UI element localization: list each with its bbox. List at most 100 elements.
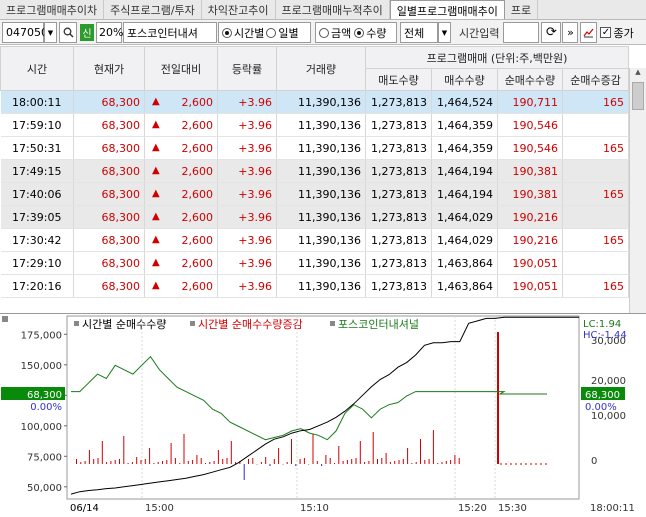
delta-bar [497,332,499,464]
stock-code-value: 047050 [6,26,48,39]
plot-area [66,315,580,500]
cell-sell-qty: 1,273,813 [365,205,432,229]
header-price[interactable]: 현재가 [73,46,145,91]
left-tick-label: 150,000 [21,361,62,372]
time-input[interactable] [503,22,540,43]
market-select[interactable]: 전체 [400,22,438,43]
cell-change: ▲ 2,600 [144,90,218,114]
cell-change: ▲ 2,600 [144,159,218,183]
delta-bar [260,462,262,464]
scroll-thumb[interactable] [632,82,644,110]
cell-volume: 11,390,136 [276,90,366,114]
cell-net-buy: 190,216 [497,228,563,252]
cell-net-buy: 190,381 [497,159,563,183]
cell-buy-qty: 1,464,359 [431,113,498,137]
scroll-up-icon[interactable]: ▲ [630,68,646,76]
cell-buy-qty: 1,464,194 [431,182,498,206]
header-change[interactable]: 전일대비 [144,46,218,91]
price-label-right: 68,300 [585,390,620,401]
radio-time[interactable] [222,27,232,38]
tab-2[interactable]: 차익잔고추이 [202,0,276,19]
left-axis: 175,000150,000125,000100,00075,00050,000… [1,330,67,494]
delta-bar [368,461,370,464]
header-time[interactable]: 시간 [0,46,74,91]
cell-net-buy: 190,546 [497,136,563,160]
price-pct-left: 0.00% [30,402,62,413]
delta-bar [93,459,95,464]
delta-bar [179,463,181,464]
chart-menu-icon[interactable] [2,316,8,322]
market-dropdown-button[interactable]: ▼ [438,22,451,43]
table-row[interactable]: 17:59:10 68,300 ▲ 2,600 +3.96 11,390,136 1,273… [0,113,630,137]
cell-change-value: 2,600 [181,164,214,178]
radio-day[interactable] [266,27,277,38]
cell-time: 17:39:05 [0,205,74,229]
cell-net-buy: 190,381 [497,182,563,206]
table-row[interactable]: 18:00:11 68,300 ▲ 2,600 +3.96 11,390,136 1,273… [0,90,630,114]
delta-bar [445,461,447,464]
x-tick-label: 15:00 [145,503,174,514]
chevron-down-icon: ▼ [47,28,54,37]
cell-rate: +3.96 [217,159,277,183]
delta-bar [256,464,258,465]
cell-rate: +3.96 [217,251,277,275]
cell-time: 17:50:31 [0,136,74,160]
cell-net-change: 165 [562,274,630,298]
delta-bar [364,462,366,464]
refresh-icon: ⟳ [546,25,557,40]
cell-net-buy: 190,711 [497,90,563,114]
refresh-button[interactable]: ⟳ [541,22,562,43]
header-rate[interactable]: 등락률 [217,46,277,91]
code-dropdown-button[interactable]: ▼ [44,22,57,43]
chart-toggle-button[interactable] [580,22,598,43]
delta-bar [420,439,421,464]
tab-0[interactable]: 프로그램매매추이차 [0,0,105,19]
cell-price: 68,300 [73,228,145,252]
search-button[interactable] [59,22,77,43]
delta-bar [144,459,146,464]
delta-bar [110,461,112,464]
cell-rate: +3.96 [217,205,277,229]
delta-bar [407,448,409,464]
delta-bar [282,464,284,465]
toolbar: 047050 ▼ 신 20% 포스코인터내셔 시간별 일별 금액 수량 전체 ▼… [0,20,646,45]
header-sell-qty[interactable]: 매도수량 [365,68,432,91]
table-row[interactable]: 17:49:15 68,300 ▲ 2,600 +3.96 11,390,136 1,273… [0,159,630,183]
vertical-scrollbar[interactable]: ▲ [629,68,646,313]
cell-change-value: 2,600 [181,118,214,132]
cell-buy-qty: 1,464,194 [431,159,498,183]
cell-price: 68,300 [73,113,145,137]
delta-bar [450,460,452,464]
delta-bar [187,461,189,464]
table-row[interactable]: 17:29:10 68,300 ▲ 2,600 +3.96 11,390,136 1,273… [0,251,630,275]
close-price-checkbox[interactable]: ✓ [600,27,612,38]
header-volume[interactable]: 거래량 [276,46,366,91]
close-price-label: 종가 [613,26,634,40]
next-button[interactable]: » [562,22,579,43]
radio-amount[interactable] [319,27,329,38]
table-row[interactable]: 17:50:31 68,300 ▲ 2,600 +3.96 11,390,136 1,273… [0,136,630,160]
tab-5[interactable]: 프로 [505,0,539,19]
x-tick-label: 06/14 [70,503,99,514]
header-buy-qty[interactable]: 매수수량 [431,68,498,91]
header-net-buy[interactable]: 순매수수량 [497,68,563,91]
cell-volume: 11,390,136 [276,205,366,229]
delta-bar [192,460,194,464]
cell-volume: 11,390,136 [276,274,366,298]
delta-bar [398,460,400,464]
delta-bar [136,457,138,464]
radio-qty[interactable] [354,27,365,38]
header-program-group: 프로그램매매 (단위:주,백만원) [364,46,630,69]
tab-4[interactable]: 일별프로그램매매추이 [389,0,505,19]
table-row[interactable]: 17:39:05 68,300 ▲ 2,600 +3.96 11,390,136 1,273… [0,205,630,229]
table-row[interactable]: 17:30:42 68,300 ▲ 2,600 +3.96 11,390,136 1,273… [0,228,630,252]
search-icon [63,27,74,38]
delta-bar [123,436,125,464]
stock-code-input[interactable]: 047050 [2,22,48,43]
tab-1[interactable]: 주식프로그램/투자 [104,0,202,19]
table-row[interactable]: 17:20:16 68,300 ▲ 2,600 +3.96 11,390,136 1,273… [0,274,630,298]
table-row[interactable]: 17:40:06 68,300 ▲ 2,600 +3.96 11,390,136 1,273… [0,182,630,206]
credit-badge: 신 [80,24,94,41]
tab-3[interactable]: 프로그램매매누적추이 [276,0,390,19]
header-net-change[interactable]: 순매수증감 [561,68,630,91]
